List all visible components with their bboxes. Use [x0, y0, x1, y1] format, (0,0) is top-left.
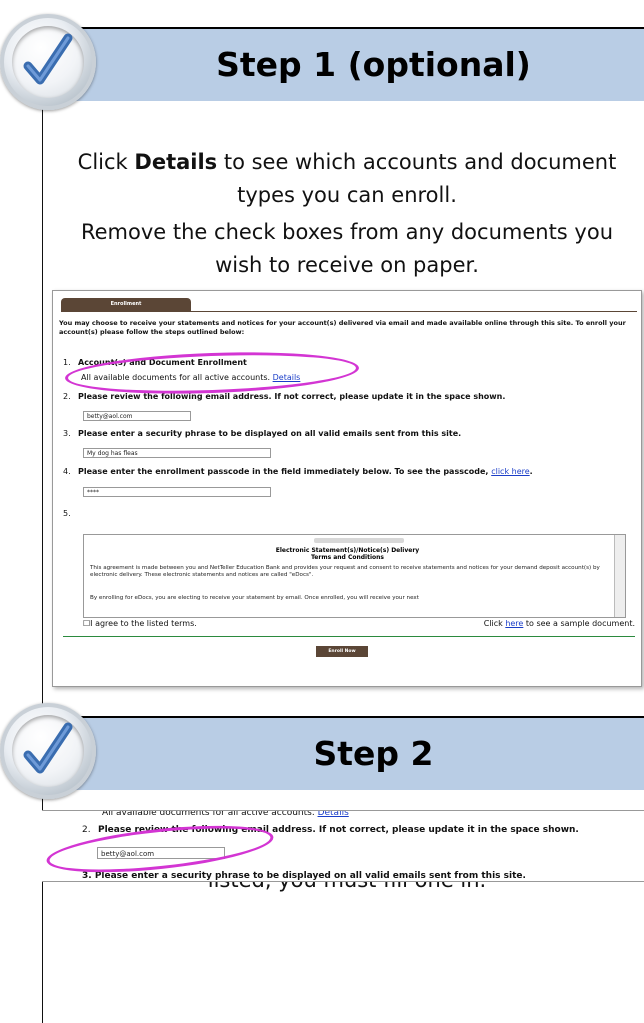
- highlight-oval: [64, 347, 360, 399]
- enrollment-screenshot: Enrollment You may choose to receive you…: [52, 290, 642, 687]
- click-here-link[interactable]: click here: [491, 467, 529, 476]
- sample-document-note: Click here to see a sample document.: [483, 619, 635, 628]
- step1-instruction-2: Remove the check boxes from any document…: [80, 220, 614, 277]
- divider: [63, 636, 635, 637]
- details-link[interactable]: Details: [318, 811, 349, 818]
- terms-paragraph-2: By enrolling for eDocs, you are electing…: [90, 595, 419, 601]
- agree-terms-checkbox[interactable]: ☐I agree to the listed terms.: [83, 619, 197, 628]
- blurred-bank-name: [314, 538, 404, 543]
- details-bold: Details: [134, 150, 218, 174]
- terms-paragraph-1: This agreement is made between you and N…: [90, 565, 600, 578]
- security-phrase-field[interactable]: My dog has fleas: [83, 448, 271, 458]
- item-security-phrase-cut: 3. Please enter a security phrase to be …: [82, 871, 526, 881]
- checkmark-badge-icon: [0, 14, 96, 110]
- documents-note-cut: All available documents for all active a…: [102, 810, 349, 818]
- step2-header: Step 2: [42, 716, 644, 790]
- step1-instruction-1: Click Details to see which accounts and …: [77, 150, 617, 207]
- item-security-phrase: 3. Please enter a security phrase to be d…: [63, 429, 462, 438]
- item-passcode: 4. Please enter the enrollment passcode i…: [63, 467, 533, 476]
- item-terms-number: 5.: [63, 509, 71, 518]
- email-field[interactable]: betty@aol.com: [83, 411, 191, 421]
- step1-title: Step 1 (optional): [216, 45, 531, 84]
- checkmark-badge-icon: [0, 703, 96, 799]
- email-screenshot: All available documents for all active a…: [42, 810, 644, 882]
- enrollment-intro: You may choose to receive your statement…: [59, 319, 626, 336]
- scrollbar-icon[interactable]: [614, 535, 625, 617]
- step2-title: Step 2: [313, 734, 434, 773]
- terms-title: Electronic Statement(s)/Notice(s) Delive…: [275, 547, 420, 561]
- step1-header: Step 1 (optional): [42, 27, 644, 101]
- terms-box[interactable]: Electronic Statement(s)/Notice(s) Delive…: [83, 534, 626, 618]
- tab-enrollment[interactable]: Enrollment: [61, 298, 191, 311]
- sample-here-link[interactable]: here: [505, 619, 523, 628]
- passcode-field[interactable]: ****: [83, 487, 271, 497]
- item-email-review: 2. Please review the following email addr…: [63, 392, 506, 401]
- enroll-now-button[interactable]: Enroll Now: [316, 646, 368, 657]
